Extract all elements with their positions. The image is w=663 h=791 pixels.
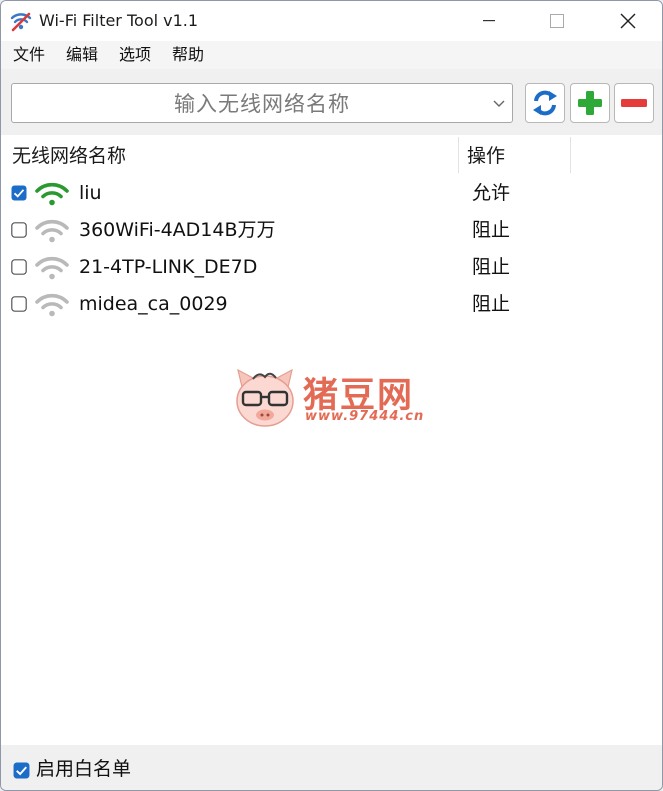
refresh-icon <box>533 90 557 116</box>
status-bar: 启用白名单 <box>1 745 662 790</box>
ssid-combobox[interactable]: 输入无线网络名称 <box>11 83 513 123</box>
list-item[interactable]: liu 允许 <box>1 175 662 212</box>
menu-help[interactable]: 帮助 <box>160 41 213 69</box>
close-icon <box>620 13 636 29</box>
column-divider[interactable] <box>458 137 459 173</box>
column-header-action[interactable]: 操作 <box>467 135 505 173</box>
column-header-ssid[interactable]: 无线网络名称 <box>12 135 126 173</box>
ssid-label: 360WiFi-4AD14B万万 <box>79 219 276 241</box>
ssid-label: 21-4TP-LINK_DE7D <box>79 256 258 278</box>
maximize-button[interactable] <box>534 1 580 41</box>
wifi-signal-icon <box>35 293 69 317</box>
ssid-label: midea_ca_0029 <box>79 293 228 315</box>
refresh-button[interactable] <box>525 83 565 123</box>
app-window: Wi-Fi Filter Tool v1.1 文件 编辑 选项 帮助 输入无线网… <box>0 0 663 791</box>
action-label[interactable]: 阻止 <box>472 217 510 243</box>
minimize-icon <box>483 20 495 22</box>
row-checkbox-checked[interactable] <box>11 185 27 201</box>
whitelist-label[interactable]: 启用白名单 <box>36 756 131 782</box>
maximize-icon <box>550 14 564 28</box>
network-list[interactable]: 无线网络名称 操作 liu 允许 360WiFi-4AD14B万万 阻止 21-… <box>1 135 662 745</box>
list-item[interactable]: 21-4TP-LINK_DE7D 阻止 <box>1 249 662 286</box>
list-item[interactable]: 360WiFi-4AD14B万万 阻止 <box>1 212 662 249</box>
minimize-button[interactable] <box>466 1 512 41</box>
wifi-signal-icon <box>35 219 69 243</box>
close-button[interactable] <box>605 1 651 41</box>
title-bar[interactable]: Wi-Fi Filter Tool v1.1 <box>1 1 662 41</box>
pig-mascot-icon <box>236 368 294 427</box>
action-label[interactable]: 允许 <box>472 180 510 206</box>
watermark-url: www.97444.cn <box>305 409 425 424</box>
chevron-down-icon[interactable] <box>492 94 506 112</box>
remove-button[interactable] <box>614 83 654 123</box>
list-item[interactable]: midea_ca_0029 阻止 <box>1 286 662 323</box>
whitelist-checkbox[interactable] <box>13 762 30 779</box>
wifi-filter-app-icon <box>10 12 32 32</box>
menu-edit[interactable]: 编辑 <box>54 41 107 69</box>
row-checkbox[interactable] <box>11 296 27 312</box>
minus-icon <box>621 99 647 107</box>
action-label[interactable]: 阻止 <box>472 254 510 280</box>
toolbar: 输入无线网络名称 <box>1 69 662 135</box>
row-checkbox[interactable] <box>11 222 27 238</box>
plus-icon <box>578 91 602 115</box>
row-checkbox[interactable] <box>11 259 27 275</box>
ssid-label: liu <box>79 182 102 204</box>
menu-options[interactable]: 选项 <box>107 41 160 69</box>
column-divider[interactable] <box>570 137 571 173</box>
window-title: Wi-Fi Filter Tool v1.1 <box>39 11 199 30</box>
ssid-combobox-placeholder: 输入无线网络名称 <box>174 92 350 116</box>
add-button[interactable] <box>570 83 610 123</box>
watermark: 猪豆网 www.97444.cn <box>233 367 433 429</box>
wifi-signal-connected-icon <box>35 182 69 206</box>
menu-bar: 文件 编辑 选项 帮助 <box>1 41 662 69</box>
menu-file[interactable]: 文件 <box>1 41 54 69</box>
wifi-signal-icon <box>35 256 69 280</box>
action-label[interactable]: 阻止 <box>472 291 510 317</box>
